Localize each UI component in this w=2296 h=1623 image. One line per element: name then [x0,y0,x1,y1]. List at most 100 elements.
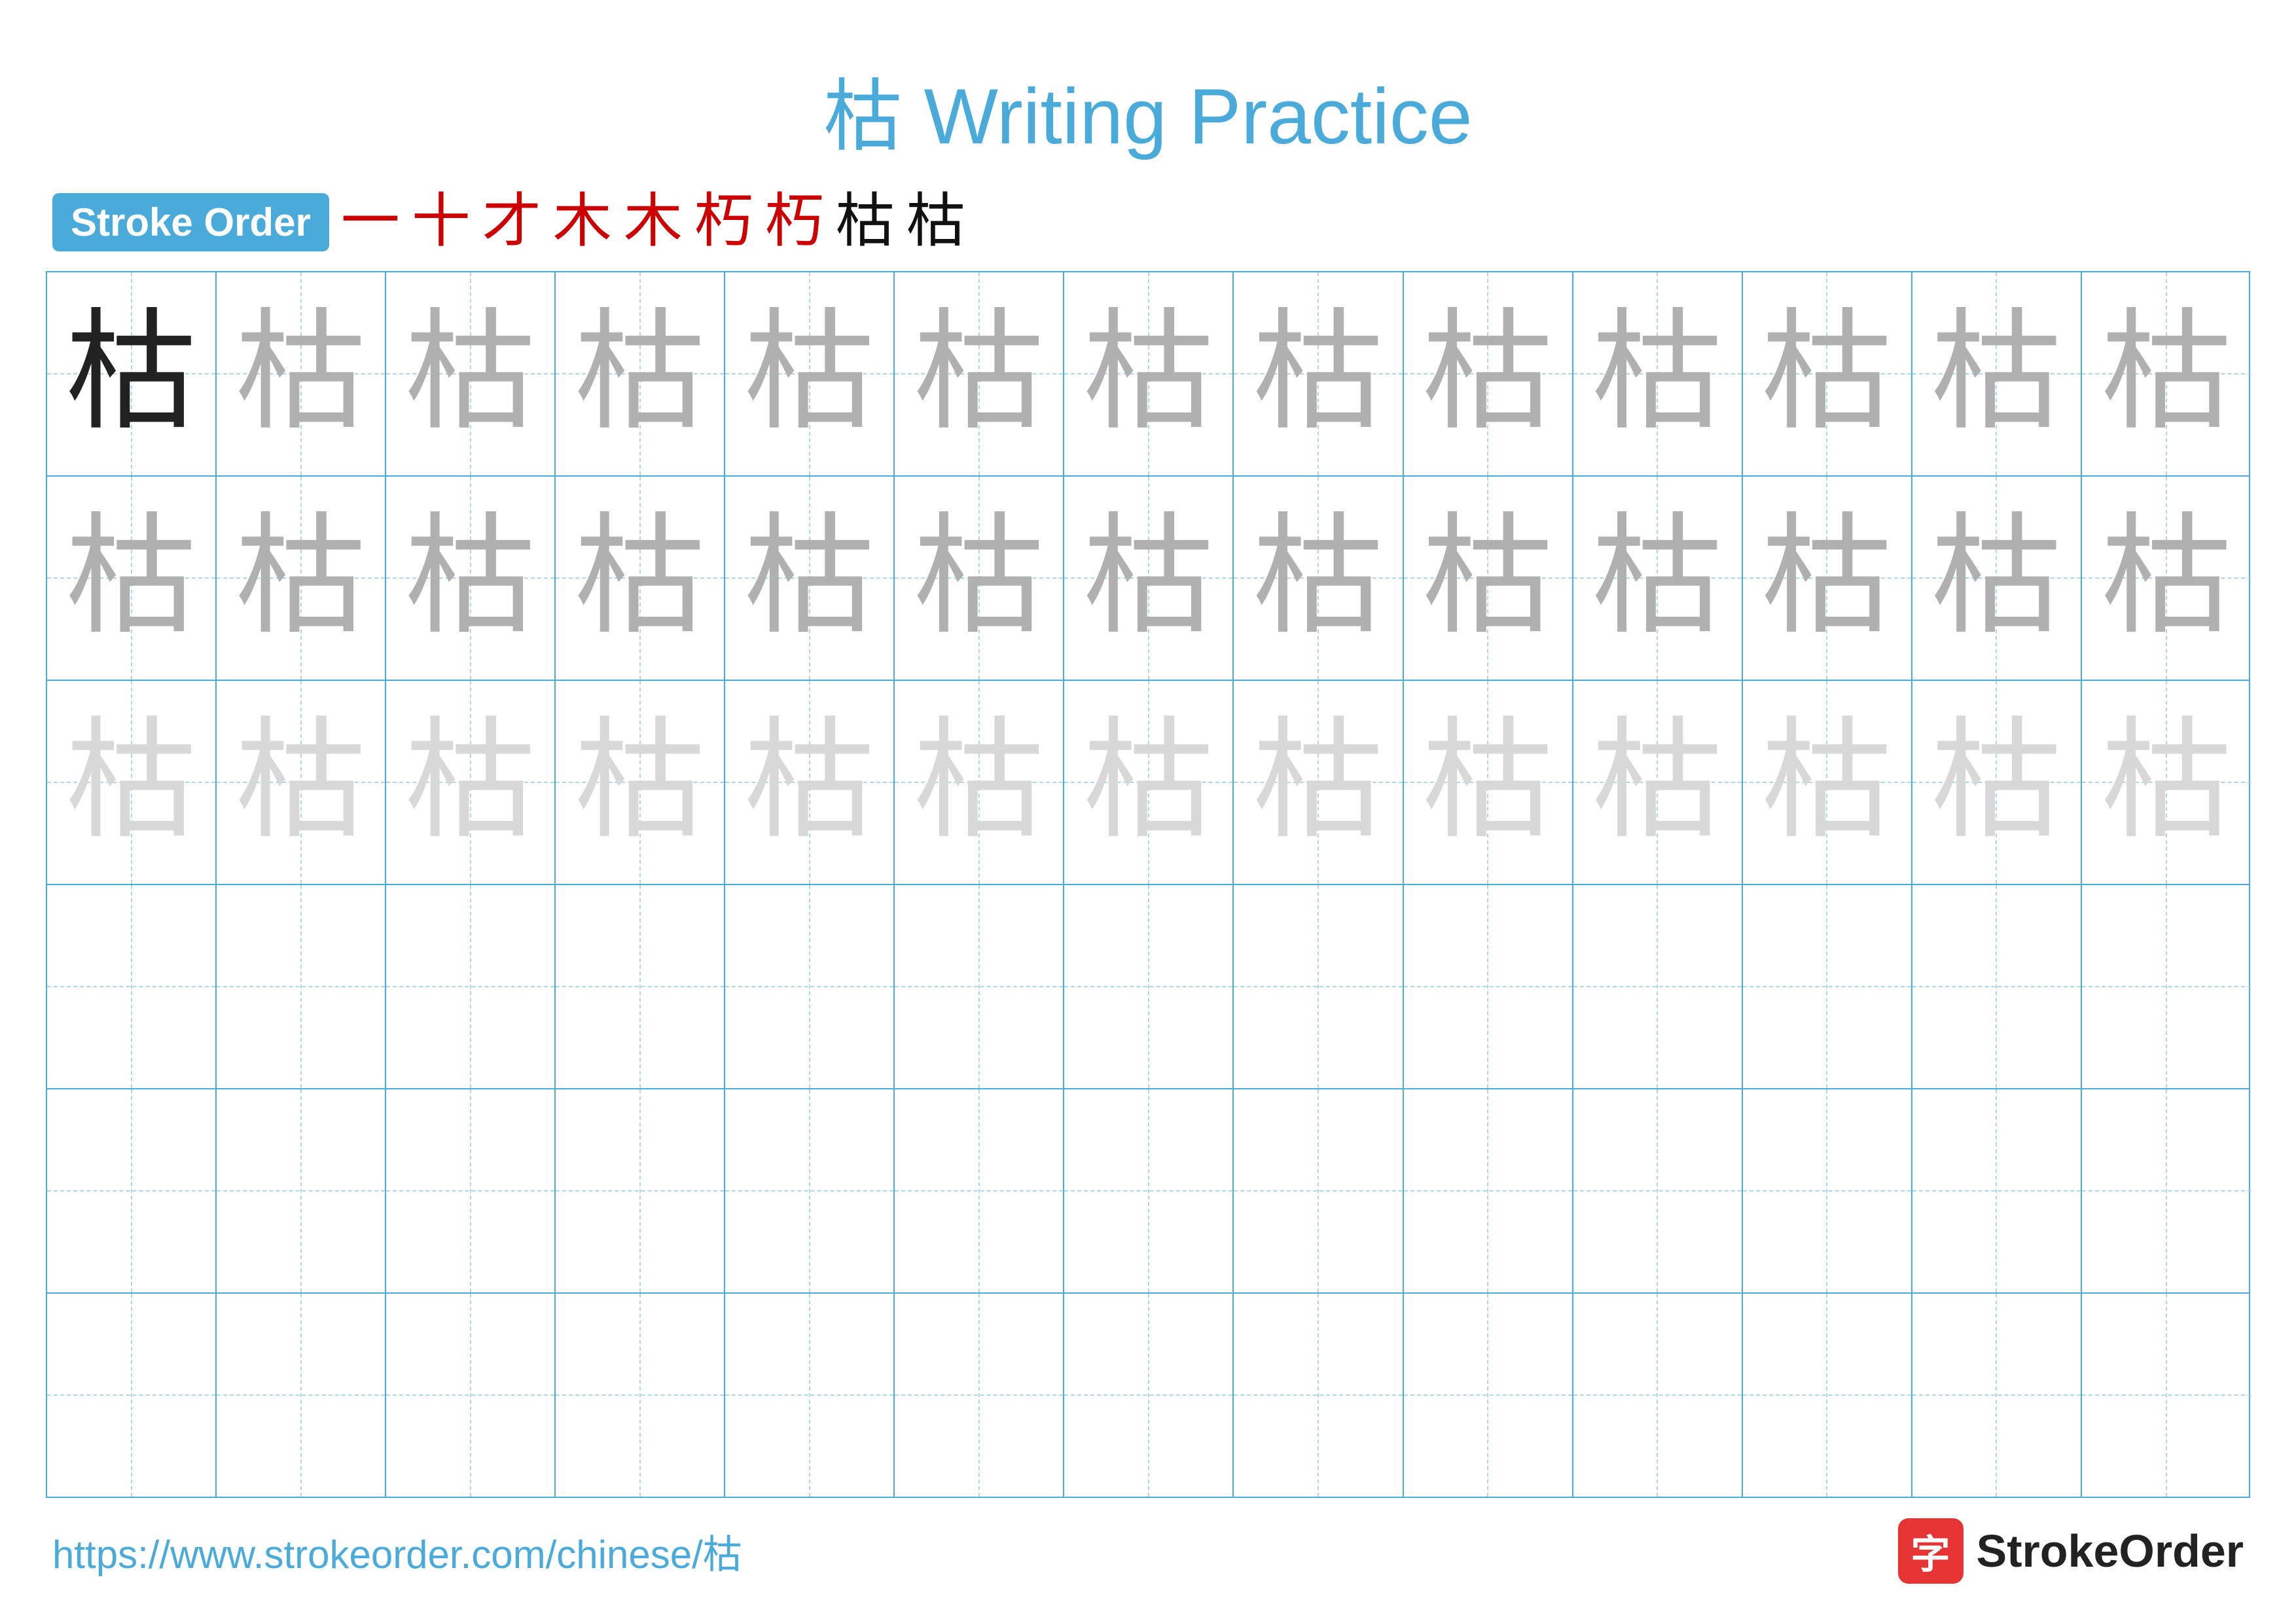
cell-char: 枯 [1592,308,1723,439]
grid-cell-1-8[interactable]: 枯 [1234,272,1403,475]
grid-cell-4-11[interactable] [1743,885,1912,1088]
cell-char: 枯 [575,308,706,439]
grid-cell-2-3[interactable]: 枯 [386,477,556,680]
grid-cell-4-10[interactable] [1573,885,1743,1088]
grid-cell-5-10[interactable] [1573,1089,1743,1292]
grid-cell-3-10[interactable]: 枯 [1573,681,1743,884]
grid-cell-5-11[interactable] [1743,1089,1912,1292]
grid-row-1: 枯 枯 枯 枯 枯 枯 枯 枯 枯 枯 枯 枯 [47,272,2249,477]
grid-cell-4-12[interactable] [1912,885,2082,1088]
grid-cell-4-7[interactable] [1064,885,1234,1088]
cell-char: 枯 [405,513,536,644]
grid-cell-1-9[interactable]: 枯 [1404,272,1573,475]
grid-cell-5-12[interactable] [1912,1089,2082,1292]
grid-cell-1-2[interactable]: 枯 [217,272,386,475]
grid-cell-4-8[interactable] [1234,885,1403,1088]
grid-cell-5-5[interactable] [725,1089,895,1292]
grid-cell-2-2[interactable]: 枯 [217,477,386,680]
grid-cell-5-6[interactable] [895,1089,1064,1292]
grid-cell-6-9[interactable] [1404,1294,1573,1497]
grid-row-4 [47,885,2249,1089]
cell-char: 枯 [236,513,367,644]
grid-cell-6-1[interactable] [47,1294,217,1497]
cell-char: 枯 [914,717,1045,848]
grid-cell-4-6[interactable] [895,885,1064,1088]
grid-cell-3-9[interactable]: 枯 [1404,681,1573,884]
stroke-9: 枯 [906,192,965,251]
grid-cell-2-9[interactable]: 枯 [1404,477,1573,680]
grid-cell-3-8[interactable]: 枯 [1234,681,1403,884]
grid-cell-5-1[interactable] [47,1089,217,1292]
grid-cell-5-7[interactable] [1064,1089,1234,1292]
grid-cell-4-9[interactable] [1404,885,1573,1088]
grid-cell-6-3[interactable] [386,1294,556,1497]
grid-cell-1-3[interactable]: 枯 [386,272,556,475]
grid-cell-1-12[interactable]: 枯 [1912,272,2082,475]
grid-cell-2-7[interactable]: 枯 [1064,477,1234,680]
cell-char: 枯 [1253,717,1384,848]
grid-cell-6-13[interactable] [2082,1294,2251,1497]
grid-cell-3-11[interactable]: 枯 [1743,681,1912,884]
grid-cell-6-10[interactable] [1573,1294,1743,1497]
grid-cell-2-10[interactable]: 枯 [1573,477,1743,680]
grid-cell-3-4[interactable]: 枯 [556,681,725,884]
cell-char: 枯 [1083,513,1214,644]
grid-cell-4-13[interactable] [2082,885,2251,1088]
grid-cell-2-8[interactable]: 枯 [1234,477,1403,680]
grid-cell-5-9[interactable] [1404,1089,1573,1292]
grid-cell-1-13[interactable]: 枯 [2082,272,2251,475]
grid-cell-6-4[interactable] [556,1294,725,1497]
grid-cell-4-5[interactable] [725,885,895,1088]
grid-cell-1-10[interactable]: 枯 [1573,272,1743,475]
grid-cell-6-6[interactable] [895,1294,1064,1497]
grid-cell-5-3[interactable] [386,1089,556,1292]
grid-cell-4-3[interactable] [386,885,556,1088]
cell-char: 枯 [1253,308,1384,439]
cell-char: 枯 [1592,717,1723,848]
grid-cell-5-8[interactable] [1234,1089,1403,1292]
grid-cell-5-2[interactable] [217,1089,386,1292]
grid-cell-3-7[interactable]: 枯 [1064,681,1234,884]
grid-cell-6-7[interactable] [1064,1294,1234,1497]
grid-cell-5-13[interactable] [2082,1089,2251,1292]
grid-cell-2-1[interactable]: 枯 [47,477,217,680]
grid-cell-1-1[interactable]: 枯 [47,272,217,475]
grid-cell-1-6[interactable]: 枯 [895,272,1064,475]
grid-cell-4-2[interactable] [217,885,386,1088]
cell-char: 枯 [405,308,536,439]
grid-cell-1-4[interactable]: 枯 [556,272,725,475]
grid-cell-4-4[interactable] [556,885,725,1088]
grid-cell-3-5[interactable]: 枯 [725,681,895,884]
footer: https://www.strokeorder.com/chinese/枯 字 … [52,1518,2244,1584]
grid-cell-3-2[interactable]: 枯 [217,681,386,884]
cell-char: 枯 [1422,717,1553,848]
grid-cell-2-13[interactable]: 枯 [2082,477,2251,680]
grid-row-2: 枯 枯 枯 枯 枯 枯 枯 枯 枯 枯 枯 枯 [47,477,2249,681]
grid-cell-6-8[interactable] [1234,1294,1403,1497]
grid-cell-5-4[interactable] [556,1089,725,1292]
cell-char: 枯 [1422,308,1553,439]
grid-cell-4-1[interactable] [47,885,217,1088]
grid-cell-3-13[interactable]: 枯 [2082,681,2251,884]
cell-char: 枯 [2101,513,2232,644]
cell-char: 枯 [66,513,197,644]
grid-cell-6-12[interactable] [1912,1294,2082,1497]
grid-cell-1-11[interactable]: 枯 [1743,272,1912,475]
title-area: 枯 Writing Practice [0,0,2296,192]
cell-char: 枯 [575,717,706,848]
grid-cell-6-11[interactable] [1743,1294,1912,1497]
grid-cell-3-1[interactable]: 枯 [47,681,217,884]
grid-cell-2-4[interactable]: 枯 [556,477,725,680]
grid-cell-3-12[interactable]: 枯 [1912,681,2082,884]
grid-cell-3-6[interactable]: 枯 [895,681,1064,884]
grid-cell-3-3[interactable]: 枯 [386,681,556,884]
grid-cell-1-7[interactable]: 枯 [1064,272,1234,475]
grid-cell-2-6[interactable]: 枯 [895,477,1064,680]
footer-logo: 字 StrokeOrder [1898,1518,2244,1584]
grid-cell-2-11[interactable]: 枯 [1743,477,1912,680]
grid-cell-2-12[interactable]: 枯 [1912,477,2082,680]
grid-cell-1-5[interactable]: 枯 [725,272,895,475]
grid-cell-6-5[interactable] [725,1294,895,1497]
grid-cell-2-5[interactable]: 枯 [725,477,895,680]
grid-cell-6-2[interactable] [217,1294,386,1497]
